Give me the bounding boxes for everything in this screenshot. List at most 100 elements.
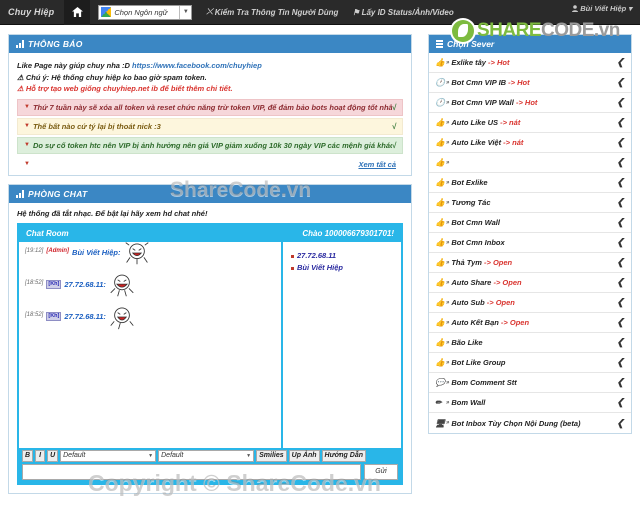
smilies-button[interactable]: Smilies bbox=[256, 449, 287, 462]
sidebar-item-bom-wall[interactable]: ✏ » Bom Wall ❮ bbox=[429, 393, 631, 413]
warning-icon: ⚠ bbox=[17, 72, 24, 82]
font-size-select-value: Default bbox=[161, 452, 184, 460]
sidebar-item-label: Exlike tây -> Hot bbox=[451, 58, 510, 67]
chat-greeting: Chào 100006679301701! bbox=[302, 228, 394, 238]
nav-link-get-id[interactable]: ⚑ Lấy ID Status/Ảnh/Video bbox=[352, 8, 453, 17]
chevron-left-icon[interactable]: ❮ bbox=[616, 177, 624, 188]
user-menu-name: Bùi Viết Hiệp bbox=[580, 4, 627, 13]
sidebar-item-bot-cmn-vip-ib[interactable]: 🕐» Bot Cmn VIP IB -> Hot ❮ bbox=[429, 73, 631, 93]
sidebar-item-auto-share[interactable]: 👍» Auto Share -> Open ❮ bbox=[429, 273, 631, 293]
separator-icon: » bbox=[446, 119, 450, 126]
chevron-left-icon[interactable]: ❮ bbox=[616, 297, 624, 308]
notice-panel: THÔNG BÁO Like Page này giúp chuy nha :D… bbox=[8, 34, 412, 176]
chevron-left-icon[interactable]: ❮ bbox=[616, 77, 624, 88]
check-icon[interactable]: √ bbox=[392, 103, 396, 112]
chevron-down-icon[interactable]: ▼ bbox=[179, 5, 191, 19]
upload-image-button[interactable]: Up Ảnh bbox=[288, 449, 320, 462]
send-button[interactable]: Gửi bbox=[364, 463, 398, 480]
chat-message-list[interactable]: [19:12] [Admin] Bùi Viết Hiệp: [18:52] [… bbox=[19, 242, 281, 448]
sidebar-item-bom-comment-stt[interactable]: 💬» Bom Comment Stt ❮ bbox=[429, 373, 631, 393]
alert-row[interactable]: ▼ Thứ 7 tuần này sẽ xóa all token và res… bbox=[17, 98, 403, 116]
thumbs-up-icon: 👍 bbox=[435, 358, 445, 367]
chevron-left-icon[interactable]: ❮ bbox=[616, 197, 624, 208]
sidebar-item-label: Bom Wall bbox=[451, 398, 486, 407]
thumbs-up-icon: 👍 bbox=[435, 338, 445, 347]
separator-icon: » bbox=[446, 359, 450, 366]
alert-text: Thế bất nào cứ tý lại bị thoát nick :3 bbox=[32, 121, 161, 131]
guide-button[interactable]: Hướng Dẫn bbox=[321, 449, 367, 462]
nav-link-check-user-info[interactable]: ⤬ Kiểm Tra Thông Tin Người Dùng bbox=[206, 7, 338, 17]
sidebar-item-bot-like-group[interactable]: 👍» Bot Like Group ❮ bbox=[429, 353, 631, 373]
sidebar-item-bot-cmn-vip-wall[interactable]: 🕐» Bot Cmn VIP Wall -> Hot ❮ bbox=[429, 93, 631, 113]
sidebar-item-label: Bot Cmn VIP Wall -> Hot bbox=[451, 98, 538, 107]
chevron-left-icon[interactable]: ❮ bbox=[616, 257, 624, 268]
comment-icon: 💬 bbox=[435, 378, 445, 387]
check-icon[interactable]: √ bbox=[392, 141, 396, 150]
chat-user-name: 27.72.68.11 bbox=[297, 250, 337, 260]
home-icon[interactable] bbox=[64, 0, 91, 25]
chat-message-tag: [Admin] bbox=[46, 247, 70, 254]
chat-user-name: Bùi Viết Hiệp bbox=[297, 263, 343, 273]
sidebar-item-b-o-like[interactable]: 👍» Bão Like ❮ bbox=[429, 333, 631, 353]
sidebar-item-auto-k-t-b-n[interactable]: 👍» Auto Kết Bạn -> Open ❮ bbox=[429, 313, 631, 333]
flag-icon: ⚑ bbox=[352, 7, 360, 17]
check-icon[interactable]: √ bbox=[392, 122, 396, 131]
separator-icon: » bbox=[446, 420, 450, 426]
chat-panel-title: PHÒNG CHAT bbox=[28, 188, 88, 199]
see-all-link[interactable]: Xem tất cả bbox=[358, 160, 396, 169]
separator-icon: » bbox=[446, 379, 450, 386]
language-select[interactable]: Chọn Ngôn ngữ ▼ bbox=[98, 4, 193, 20]
brand-logo[interactable]: Chuy Hiệp bbox=[0, 7, 64, 17]
list-item[interactable]: 27.72.68.11 bbox=[291, 250, 395, 262]
chevron-left-icon[interactable]: ❮ bbox=[616, 317, 624, 328]
bold-button[interactable]: B bbox=[22, 449, 34, 462]
caret-down-icon: ▼ bbox=[24, 142, 30, 149]
chevron-left-icon[interactable]: ❮ bbox=[616, 97, 624, 108]
chevron-left-icon[interactable]: ❮ bbox=[616, 117, 624, 128]
chat-message: [18:52] [Kh] 27.72.68.11: bbox=[25, 307, 275, 330]
server-select-title: Chọn Sever bbox=[447, 39, 495, 49]
sidebar-item-auto-sub[interactable]: 👍» Auto Sub -> Open ❮ bbox=[429, 293, 631, 313]
sidebar-item-auto-like-us[interactable]: 👍» Auto Like US -> nát ❮ bbox=[429, 113, 631, 133]
chevron-left-icon[interactable]: ❮ bbox=[616, 337, 624, 348]
sidebar-item-item-5[interactable]: 👍» ❮ bbox=[429, 153, 631, 173]
sidebar-item-auto-like-vi-t[interactable]: 👍» Auto Like Việt -> nát ❮ bbox=[429, 133, 631, 153]
sidebar-item-bot-cmn-wall[interactable]: 👍» Bot Cmn Wall ❮ bbox=[429, 213, 631, 233]
chevron-left-icon[interactable]: ❮ bbox=[616, 418, 624, 429]
sidebar-item-label: Auto Share -> Open bbox=[451, 278, 522, 287]
chevron-left-icon[interactable]: ❮ bbox=[616, 217, 624, 228]
chat-input[interactable] bbox=[22, 463, 361, 480]
underline-button[interactable]: U bbox=[47, 449, 59, 462]
font-size-select[interactable]: Default ▼ bbox=[158, 449, 255, 462]
chevron-left-icon[interactable]: ❮ bbox=[616, 137, 624, 148]
chevron-down-icon: ▾ bbox=[628, 4, 632, 13]
separator-icon: » bbox=[446, 239, 450, 246]
sidebar-item-th-tym[interactable]: 👍» Thả Tym -> Open ❮ bbox=[429, 253, 631, 273]
list-item[interactable]: Bùi Viết Hiệp bbox=[291, 262, 395, 274]
thumbs-up-icon: 👍 bbox=[435, 218, 445, 227]
chevron-left-icon[interactable]: ❮ bbox=[616, 277, 624, 288]
clock-icon: 🕐 bbox=[435, 98, 445, 107]
sidebar-item-bot-exlike[interactable]: 👍» Bot Exlike ❮ bbox=[429, 173, 631, 193]
chevron-left-icon[interactable]: ❮ bbox=[616, 357, 624, 368]
fanpage-link[interactable]: https://www.facebook.com/chuyhiep bbox=[132, 61, 262, 70]
left-column: THÔNG BÁO Like Page này giúp chuy nha :D… bbox=[8, 34, 412, 502]
chevron-left-icon[interactable]: ❮ bbox=[616, 57, 624, 68]
chevron-left-icon[interactable]: ❮ bbox=[616, 397, 624, 408]
separator-icon: » bbox=[446, 79, 450, 86]
sidebar-item-bot-inbox-t-y-ch-n-n-i-dung-beta[interactable]: 🖥» Bot Inbox Tùy Chọn Nội Dung (beta) ❮ bbox=[429, 413, 631, 433]
sidebar-item-exlike-t-y[interactable]: 👍» Exlike tây -> Hot ❮ bbox=[429, 53, 631, 73]
font-family-select[interactable]: Default ▼ bbox=[60, 449, 157, 462]
user-menu[interactable]: Bùi Viết Hiệp ▾ bbox=[572, 4, 632, 13]
italic-button[interactable]: I bbox=[35, 449, 46, 462]
sidebar-item-status: -> nát bbox=[501, 138, 524, 147]
sidebar-item-t-ng-t-c[interactable]: 👍» Tương Tác ❮ bbox=[429, 193, 631, 213]
sidebar-item-label: Thả Tym -> Open bbox=[451, 258, 513, 267]
chevron-left-icon[interactable]: ❮ bbox=[616, 237, 624, 248]
chevron-left-icon[interactable]: ❮ bbox=[616, 157, 624, 168]
chevron-left-icon[interactable]: ❮ bbox=[616, 377, 624, 388]
alert-row[interactable]: ▼ Thế bất nào cứ tý lại bị thoát nick :3… bbox=[17, 117, 403, 135]
sidebar-item-bot-cmn-inbox[interactable]: 👍» Bot Cmn Inbox ❮ bbox=[429, 233, 631, 253]
alert-row[interactable]: ▼ Do sự cố token htc nên VIP bị ảnh hưởn… bbox=[17, 136, 403, 154]
separator-icon: » bbox=[446, 399, 450, 406]
